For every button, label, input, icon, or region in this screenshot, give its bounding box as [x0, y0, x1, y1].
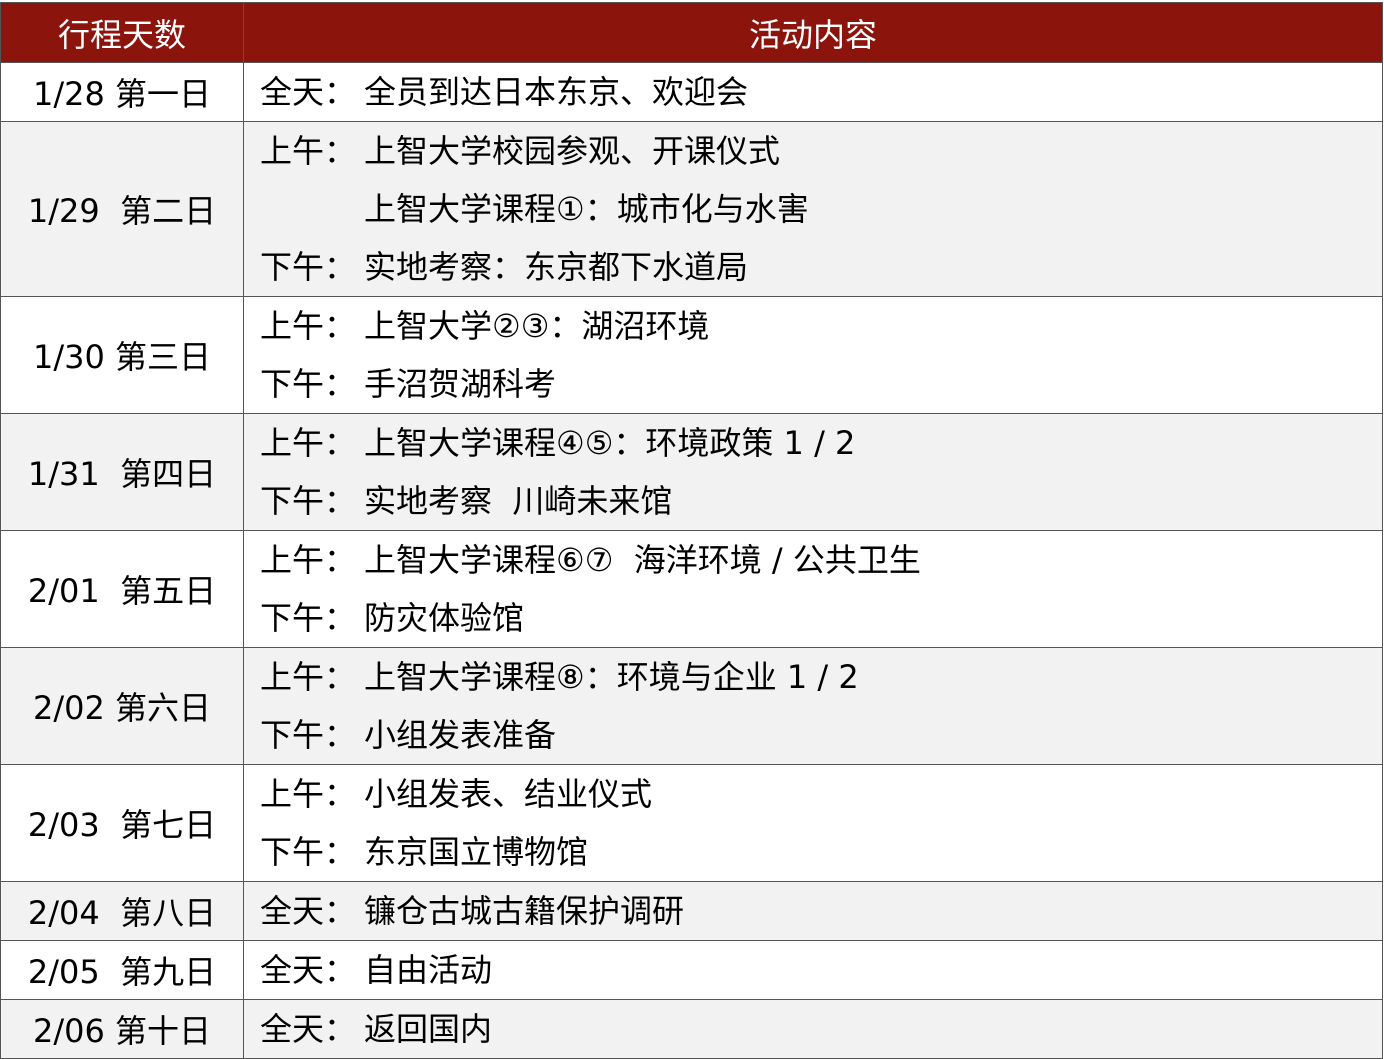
- activity-text: 小组发表准备: [364, 716, 557, 754]
- time-label: 下午：: [260, 833, 357, 871]
- time-label: 全天：: [260, 892, 357, 930]
- activity-text: 上智大学校园参观、开课仪式: [364, 132, 781, 170]
- activity-cell: 上午： 上智大学课程④⑤：环境政策 1 / 2 下午： 实地考察 川崎未来馆: [243, 413, 1383, 531]
- time-label: 下午：: [260, 599, 357, 637]
- day-cell: 1/28 第一日: [0, 62, 244, 122]
- day-cell: 2/01 第五日: [0, 530, 244, 648]
- activity-text: 上智大学课程④⑤：环境政策 1 / 2: [364, 424, 856, 462]
- activity-line: 下午： 小组发表准备: [260, 706, 1382, 764]
- time-label: 上午：: [260, 541, 357, 579]
- activity-line: 下午： 东京国立博物馆: [260, 823, 1382, 881]
- activity-cell: 全天： 镰仓古城古籍保护调研: [243, 881, 1383, 941]
- activity-text: 防灾体验馆: [364, 599, 525, 637]
- activity-text: 手沼贺湖科考: [364, 365, 557, 403]
- table-row: 2/05 第九日 全天： 自由活动: [0, 940, 1383, 1000]
- activity-text: 实地考察：东京都下水道局: [364, 248, 749, 286]
- activity-text: 东京国立博物馆: [364, 833, 589, 871]
- table-row: 2/02 第六日 上午： 上智大学课程⑧：环境与企业 1 / 2 下午： 小组发表准…: [0, 647, 1383, 765]
- day-cell: 2/02 第六日: [0, 647, 244, 765]
- activity-text: 上智大学课程⑥⑦ 海洋环境 / 公共卫生: [364, 541, 921, 579]
- activity-line: 下午： 实地考察 川崎未来馆: [260, 472, 1382, 530]
- activity-cell: 上午： 上智大学校园参观、开课仪式 上智大学课程①：城市化与水害 下午： 实地考察：…: [243, 121, 1383, 297]
- table-row: 1/29 第二日 上午： 上智大学校园参观、开课仪式 上智大学课程①：城市化与水害…: [0, 121, 1383, 297]
- activity-line: 上午： 上智大学课程⑧：环境与企业 1 / 2: [260, 648, 1382, 706]
- day-column-header: 行程天数: [0, 2, 244, 63]
- table-row: 1/31 第四日 上午： 上智大学课程④⑤：环境政策 1 / 2 下午： 实地考察 …: [0, 413, 1383, 531]
- activity-column-header: 活动内容: [243, 2, 1383, 63]
- activity-text: 全员到达日本东京、欢迎会: [364, 73, 749, 111]
- activity-cell: 上午： 上智大学课程⑧：环境与企业 1 / 2 下午： 小组发表准备: [243, 647, 1383, 765]
- activity-line: 下午： 实地考察：东京都下水道局: [260, 238, 1382, 296]
- activity-line: 全天： 镰仓古城古籍保护调研: [260, 882, 1382, 940]
- time-label: 上午：: [260, 658, 357, 696]
- table-row: 2/03 第七日 上午： 小组发表、结业仪式 下午： 东京国立博物馆: [0, 764, 1383, 882]
- table-row: 2/06 第十日 全天： 返回国内: [0, 999, 1383, 1059]
- activity-text: 上智大学课程①：城市化与水害: [364, 190, 809, 228]
- day-cell: 2/04 第八日: [0, 881, 244, 941]
- activity-line: 上智大学课程①：城市化与水害: [260, 180, 1382, 238]
- activity-line: 上午： 上智大学②③：湖沼环境: [260, 297, 1382, 355]
- activity-text: 上智大学②③：湖沼环境: [364, 307, 710, 345]
- day-cell: 2/05 第九日: [0, 940, 244, 1000]
- activity-line: 上午： 上智大学校园参观、开课仪式: [260, 122, 1382, 180]
- table-row: 2/04 第八日 全天： 镰仓古城古籍保护调研: [0, 881, 1383, 941]
- activity-cell: 上午： 上智大学课程⑥⑦ 海洋环境 / 公共卫生 下午： 防灾体验馆: [243, 530, 1383, 648]
- activity-cell: 全天： 返回国内: [243, 999, 1383, 1059]
- time-label: [260, 180, 364, 238]
- time-label: 全天：: [260, 1010, 357, 1048]
- time-label: 下午：: [260, 482, 357, 520]
- time-label: 全天：: [260, 73, 357, 111]
- activity-line: 上午： 小组发表、结业仪式: [260, 765, 1382, 823]
- time-label: 上午：: [260, 307, 357, 345]
- activity-text: 镰仓古城古籍保护调研: [364, 892, 685, 930]
- activity-line: 下午： 防灾体验馆: [260, 589, 1382, 647]
- day-cell: 2/03 第七日: [0, 764, 244, 882]
- time-label: 下午：: [260, 248, 357, 286]
- time-label: 上午：: [260, 132, 357, 170]
- activity-line: 全天： 返回国内: [260, 1000, 1382, 1058]
- day-cell: 2/06 第十日: [0, 999, 244, 1059]
- activity-cell: 全天： 全员到达日本东京、欢迎会: [243, 62, 1383, 122]
- day-cell: 1/31 第四日: [0, 413, 244, 531]
- activity-text: 自由活动: [364, 951, 493, 989]
- header-row: 行程天数 活动内容: [0, 2, 1383, 63]
- table-row: 1/28 第一日 全天： 全员到达日本东京、欢迎会: [0, 62, 1383, 122]
- day-cell: 1/30 第三日: [0, 296, 244, 414]
- activity-cell: 上午： 小组发表、结业仪式 下午： 东京国立博物馆: [243, 764, 1383, 882]
- activity-line: 全天： 全员到达日本东京、欢迎会: [260, 63, 1382, 121]
- activity-text: 实地考察 川崎未来馆: [364, 482, 673, 520]
- time-label: 全天：: [260, 951, 357, 989]
- activity-text: 小组发表、结业仪式: [364, 775, 653, 813]
- activity-line: 全天： 自由活动: [260, 941, 1382, 999]
- table-row: 2/01 第五日 上午： 上智大学课程⑥⑦ 海洋环境 / 公共卫生 下午： 防灾体验…: [0, 530, 1383, 648]
- time-label: 上午：: [260, 424, 357, 462]
- activity-text: 上智大学课程⑧：环境与企业 1 / 2: [364, 658, 859, 696]
- itinerary-table: 行程天数 活动内容 1/28 第一日 全天： 全员到达日本东京、欢迎会 1/29 …: [0, 2, 1383, 1059]
- table-row: 1/30 第三日 上午： 上智大学②③：湖沼环境 下午： 手沼贺湖科考: [0, 296, 1383, 414]
- time-label: 上午：: [260, 775, 357, 813]
- activity-cell: 全天： 自由活动: [243, 940, 1383, 1000]
- day-cell: 1/29 第二日: [0, 121, 244, 297]
- time-label: 下午：: [260, 716, 357, 754]
- activity-line: 上午： 上智大学课程⑥⑦ 海洋环境 / 公共卫生: [260, 531, 1382, 589]
- activity-line: 上午： 上智大学课程④⑤：环境政策 1 / 2: [260, 414, 1382, 472]
- activity-text: 返回国内: [364, 1010, 493, 1048]
- time-label: 下午：: [260, 365, 357, 403]
- activity-cell: 上午： 上智大学②③：湖沼环境 下午： 手沼贺湖科考: [243, 296, 1383, 414]
- activity-line: 下午： 手沼贺湖科考: [260, 355, 1382, 413]
